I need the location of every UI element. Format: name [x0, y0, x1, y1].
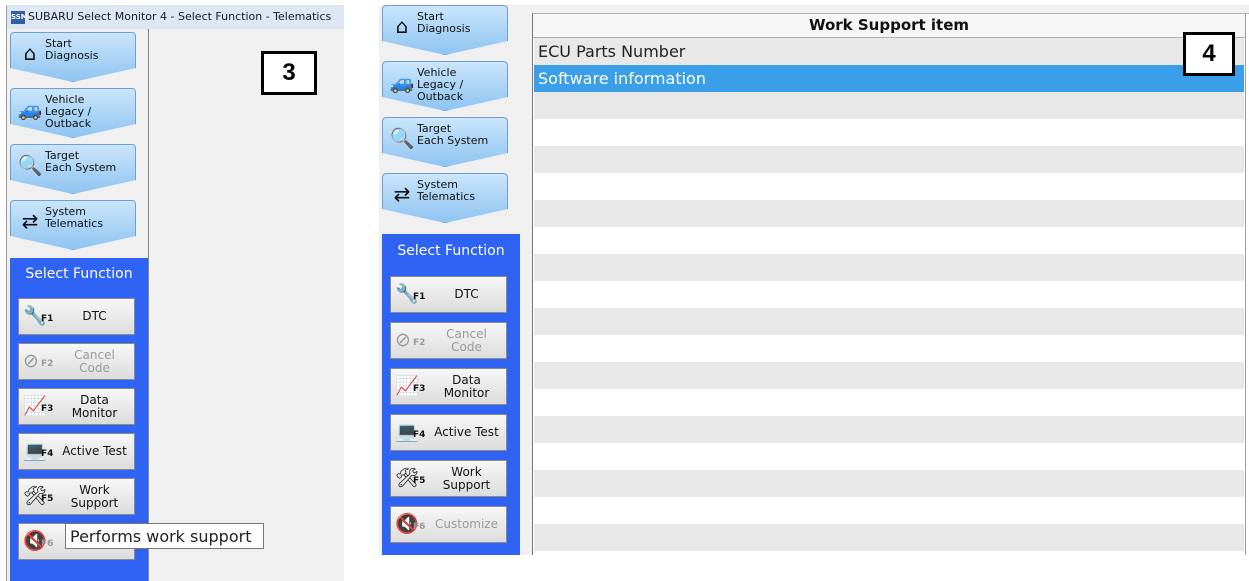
function-key-label: F1: [413, 292, 426, 302]
sidebar: ⌂ Start Diagnosis 🚙 Vehicle Legacy / Outbac…: [7, 29, 148, 581]
function-button-label: DTC: [82, 309, 107, 323]
nav-button-home[interactable]: ⌂ Start Diagnosis: [10, 32, 136, 82]
table-row[interactable]: [534, 443, 1244, 470]
table-row[interactable]: Software information: [534, 65, 1244, 92]
function-button-f1[interactable]: 🔧 F1 DTC: [390, 276, 507, 313]
function-key-label: F3: [41, 404, 54, 414]
function-button-label: Work Support: [442, 464, 491, 492]
nav-button-label: Start Diagnosis: [45, 37, 99, 62]
select-function-title: Select Function: [25, 266, 133, 282]
function-button-f2[interactable]: ⊘ F2 Cancel Code: [390, 322, 507, 359]
nav-button-label: Target Each System: [417, 122, 489, 147]
function-button-f4[interactable]: 💻 F4 Active Test: [18, 433, 135, 470]
table-row[interactable]: [534, 146, 1244, 173]
function-button-f3[interactable]: 📈 F3 Data Monitor: [18, 388, 135, 425]
grid-border: [1245, 14, 1246, 555]
function-button-f2[interactable]: ⊘ F2 Cancel Code: [18, 343, 135, 380]
home-icon: ⌂: [395, 14, 409, 38]
function-button-f3[interactable]: 📈 F3 Data Monitor: [390, 368, 507, 405]
main-area: [148, 29, 344, 581]
system-icon: ⇄: [393, 182, 411, 206]
sidebar: ⌂ Start Diagnosis 🚙 Vehicle Legacy / Outbac…: [379, 5, 520, 555]
function-button-f6[interactable]: 🔇 F6 Customize: [390, 506, 507, 543]
table-row[interactable]: ECU Parts Number: [534, 38, 1244, 65]
nav-button-label: Target Each System: [45, 149, 117, 174]
table-row[interactable]: [534, 281, 1244, 308]
nav-button-label: Start Diagnosis: [417, 10, 471, 35]
function-button-label: Cancel Code: [74, 347, 115, 375]
target-icon: 🔍: [389, 126, 415, 150]
function-button-label: DTC: [454, 287, 479, 301]
table-row[interactable]: [534, 119, 1244, 146]
function-button-label: Work Support: [70, 482, 119, 510]
nav-button-label: System Telematics: [417, 178, 476, 203]
table-row[interactable]: [534, 389, 1244, 416]
window-title-bar: SSMSUBARU Select Monitor 4 - Select Func…: [7, 5, 344, 30]
function-key-label: F6: [41, 539, 54, 549]
step-marker-3: 3: [261, 51, 317, 95]
table-row[interactable]: [534, 416, 1244, 443]
nav-button-home[interactable]: ⌂ Start Diagnosis: [382, 5, 508, 55]
app-icon: SSM: [11, 10, 28, 24]
column-header-work-support-item: Work Support item: [533, 14, 1245, 38]
tooltip: Performs work support: [65, 523, 264, 549]
function-button-label: Active Test: [62, 444, 127, 458]
table-row[interactable]: [534, 92, 1244, 119]
work-support-table: Work Support item ECU Parts Number Softwa…: [532, 13, 1249, 555]
function-key-label: F2: [41, 359, 54, 369]
window-title: SUBARU Select Monitor 4 - Select Functio…: [28, 10, 332, 23]
function-key-label: F3: [413, 384, 426, 394]
table-row[interactable]: [534, 200, 1244, 227]
nav-button-label: Vehicle Legacy / Outback: [45, 93, 92, 130]
nav-button-vehicle[interactable]: 🚙 Vehicle Legacy / Outback: [10, 88, 136, 138]
function-button-f1[interactable]: 🔧 F1 DTC: [18, 298, 135, 335]
nav-button-vehicle[interactable]: 🚙 Vehicle Legacy / Outback: [382, 61, 508, 111]
vehicle-icon: 🚙: [389, 70, 415, 94]
nav-button-target[interactable]: 🔍 Target Each System: [382, 117, 508, 167]
nav-button-label: Vehicle Legacy / Outback: [417, 66, 464, 103]
function-key-label: F4: [413, 430, 426, 440]
function-button-label: Active Test: [434, 425, 499, 439]
nav-button-system[interactable]: ⇄ System Telematics: [10, 200, 136, 250]
function-button-label: Cancel Code: [446, 326, 487, 354]
function-key-label: F4: [41, 449, 54, 459]
target-icon: 🔍: [17, 153, 43, 177]
nav-button-target[interactable]: 🔍 Target Each System: [10, 144, 136, 194]
table-row[interactable]: [534, 362, 1244, 389]
table-row[interactable]: [534, 524, 1244, 551]
table-row[interactable]: [534, 254, 1244, 281]
function-button-label: Data Monitor: [443, 372, 490, 400]
function-key-label: F5: [413, 476, 426, 486]
function-button-label: Customize: [435, 517, 498, 531]
system-icon: ⇄: [21, 209, 39, 233]
function-button-f4[interactable]: 💻 F4 Active Test: [390, 414, 507, 451]
step-marker-4: 4: [1183, 32, 1235, 76]
select-function-title: Select Function: [397, 243, 505, 259]
table-row[interactable]: [534, 497, 1244, 524]
table-row[interactable]: [534, 308, 1244, 335]
table-row[interactable]: [534, 335, 1244, 362]
vehicle-icon: 🚙: [17, 97, 43, 121]
function-key-label: F1: [41, 314, 54, 324]
table-row[interactable]: [534, 470, 1244, 497]
function-button-label: Data Monitor: [71, 392, 118, 420]
home-icon: ⌂: [23, 41, 37, 65]
function-key-label: F2: [413, 338, 426, 348]
function-key-label: F5: [41, 494, 54, 504]
nav-button-label: System Telematics: [45, 205, 104, 230]
screenshot-panel-3: SSMSUBARU Select Monitor 4 - Select Func…: [6, 5, 344, 581]
function-button-f5[interactable]: 🛠 F5 Work Support: [390, 460, 507, 497]
table-row[interactable]: [534, 227, 1244, 254]
table-row[interactable]: [534, 173, 1244, 200]
function-key-label: F6: [413, 522, 426, 532]
select-function-panel: Select Function 🔧 F1 DTC ⊘ F2 Cancel Code 📈 F3 Da…: [382, 234, 520, 555]
screenshot-panel-4: ⌂ Start Diagnosis 🚙 Vehicle Legacy / Outbac…: [379, 5, 1249, 555]
nav-button-system[interactable]: ⇄ System Telematics: [382, 173, 508, 223]
function-button-f5[interactable]: 🛠 F5 Work Support: [18, 478, 135, 515]
